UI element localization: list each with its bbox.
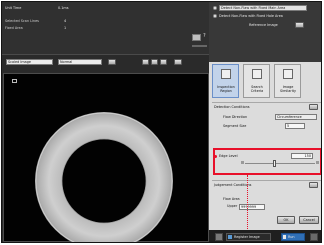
cancel-button[interactable]: Cancel [299,216,319,224]
criteria-icon [252,69,262,79]
ok-button[interactable]: OK [277,216,295,224]
flaw-direction-dropdown[interactable]: Circumference [275,114,317,120]
view-mode-dropdown[interactable]: Normal [58,59,102,65]
info-row-label: Fixed Area [5,26,23,30]
flaw-direction-label: Flaw Direction [223,115,248,119]
menu-icon[interactable] [310,233,318,241]
upper-label: Upper [227,204,238,208]
detection-help-button[interactable] [309,104,318,110]
save-icon [228,235,232,239]
inspection-region-tool[interactable]: Inspection Region [212,64,239,98]
status-value: 0.1ms [58,6,69,10]
flaw-area-label: Flaw Area [223,197,240,201]
radio-hole-area[interactable] [213,14,217,18]
camera-icon[interactable] [108,59,116,65]
ring-image [35,112,173,242]
grid-icon[interactable] [174,59,182,65]
zoom-out-icon[interactable] [151,59,158,65]
tool-label: Inspection Region [217,85,235,93]
zoom-in-icon[interactable] [142,59,149,65]
radio-hole-area-label: Detect Non-Flaw with Fixed Hole Area [219,14,283,18]
upper-limit-field[interactable]: 9999999 [239,204,265,210]
reference-image-button[interactable] [295,22,304,28]
segment-size-field[interactable]: 5 [285,123,305,129]
info-row-value: 4 [64,19,67,23]
judgement-help-button[interactable] [309,182,318,188]
help-icon[interactable]: ? [203,34,206,39]
settings-header: Detect Non-Flaw with Fixed Main Area Det… [209,2,321,62]
edge-level-highlight [213,148,321,175]
status-label: Unit Time [5,6,22,10]
image-toolbar: Scaled Image Normal [2,54,209,72]
image-viewport[interactable] [3,73,209,242]
detection-conditions-title: Detection Conditions [214,105,250,109]
tool-label: Search Criteria [250,85,264,93]
info-panel: Unit Time 0.1ms Selected Scan Lines 4 Fi… [2,2,209,54]
image-similarity-tool[interactable]: Image Similarity [274,64,301,98]
region-icon [221,69,231,79]
divider [212,180,321,181]
info-row-value: 1 [64,26,67,30]
tool-label: Image Similarity [279,85,297,93]
screen: Unit Time 0.1ms Selected Scan Lines 4 Fi… [0,0,324,245]
search-criteria-tool[interactable]: Search Criteria [243,64,270,98]
divider [212,102,321,103]
reference-image-label: Reference Image [249,23,278,27]
info-row-label: Selected Scan Lines [5,19,39,23]
segment-size-label: Segment Size [223,124,247,128]
radio-main-area[interactable] [213,6,217,10]
radio-main-area-label: Detect Non-Flaw with Fixed Main Area [219,5,307,11]
settings-icon[interactable] [215,233,223,241]
register-image-button[interactable]: Register Image [226,233,271,241]
monitor-icon[interactable] [192,34,201,41]
application-window: Unit Time 0.1ms Selected Scan Lines 4 Fi… [1,1,322,243]
run-icon [283,235,286,239]
similarity-icon [283,69,293,79]
ring-hole [61,138,147,224]
bottom-bar: Register Image Run [209,230,321,242]
judgement-conditions-title: Judgement Conditions [214,183,252,187]
zoom-fit-icon[interactable] [160,59,167,65]
divider-line [192,45,207,47]
image-mode-dropdown[interactable]: Scaled Image [6,59,53,65]
